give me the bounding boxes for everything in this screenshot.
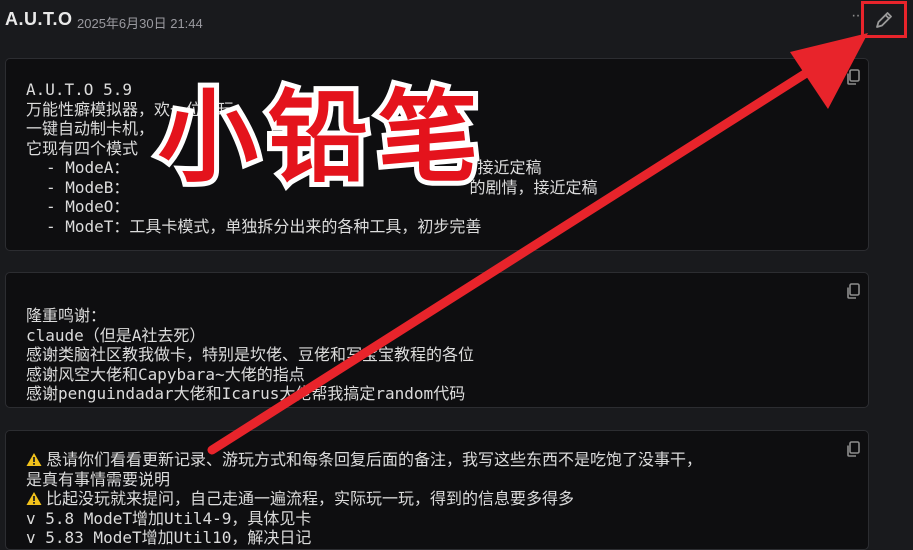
warning-icon [26, 492, 42, 505]
block-line: 是真有事情需要说明 [26, 469, 171, 489]
block-line-text: 恳请你们看看更新记录、游玩方式和每条回复后面的备注，我写这些东西不是吃饱了没事干… [46, 450, 703, 469]
block-line: 恳请你们看看更新记录、游玩方式和每条回复后面的备注，我写这些东西不是吃饱了没事干… [26, 450, 838, 470]
warning-icon [26, 453, 42, 466]
block-line-text: 比起没玩就来提问，自己走通一遍流程，实际玩一玩，得到的信息要多得多 [46, 489, 575, 508]
edit-button[interactable] [861, 1, 907, 38]
block-line: 隆重鸣谢： [26, 306, 107, 325]
message-timestamp: 2025年6月30日 21:44 [77, 16, 203, 31]
annotation-overlay-text: 小铅笔 [153, 74, 488, 201]
author-name[interactable]: A.U.T.O [5, 9, 73, 30]
message-header: A.U.T.O 2025年6月30日 21:44 ··· [0, 0, 913, 42]
block-line: claude（但是A社去死） [26, 325, 206, 345]
copy-icon[interactable] [844, 68, 862, 86]
copy-icon[interactable] [844, 440, 862, 458]
block-line: - ModeT：工具卡模式，单独拆分出来的各种工具，初步完善 [46, 216, 482, 236]
block-line: 比起没玩就来提问，自己走通一遍流程，实际玩一玩，得到的信息要多得多 [26, 489, 838, 509]
code-block-notes: 恳请你们看看更新记录、游玩方式和每条回复后面的备注，我写这些东西不是吃饱了没事干… [5, 430, 869, 550]
pencil-icon [876, 11, 892, 28]
block-line-text: - ModeA： [46, 158, 122, 177]
copy-icon[interactable] [844, 282, 862, 300]
block-line: 感谢penguindadar大佬和Icarus大佬帮我搞定random代码 [26, 384, 466, 403]
block-line: v 5.83 ModeT增加Util10，解决日记 [26, 528, 312, 547]
block-line: 感谢类脑社区教我做卡，特别是坎佬、豆佬和写宝宝教程的各位 [26, 345, 475, 364]
code-block-thanks: 隆重鸣谢： claude（但是A社去死） 感谢类脑社区教我做卡，特别是坎佬、豆佬… [5, 272, 869, 408]
block-line-text: - ModeB： [46, 177, 130, 197]
block-line: 感谢风空大佬和Capybara~大佬的指点 [26, 364, 305, 384]
block-line-text: 万能性癖模拟器，欢 [26, 99, 171, 119]
block-line: v 5.8 ModeT增加Util4-9，具体见卡 [26, 508, 312, 528]
